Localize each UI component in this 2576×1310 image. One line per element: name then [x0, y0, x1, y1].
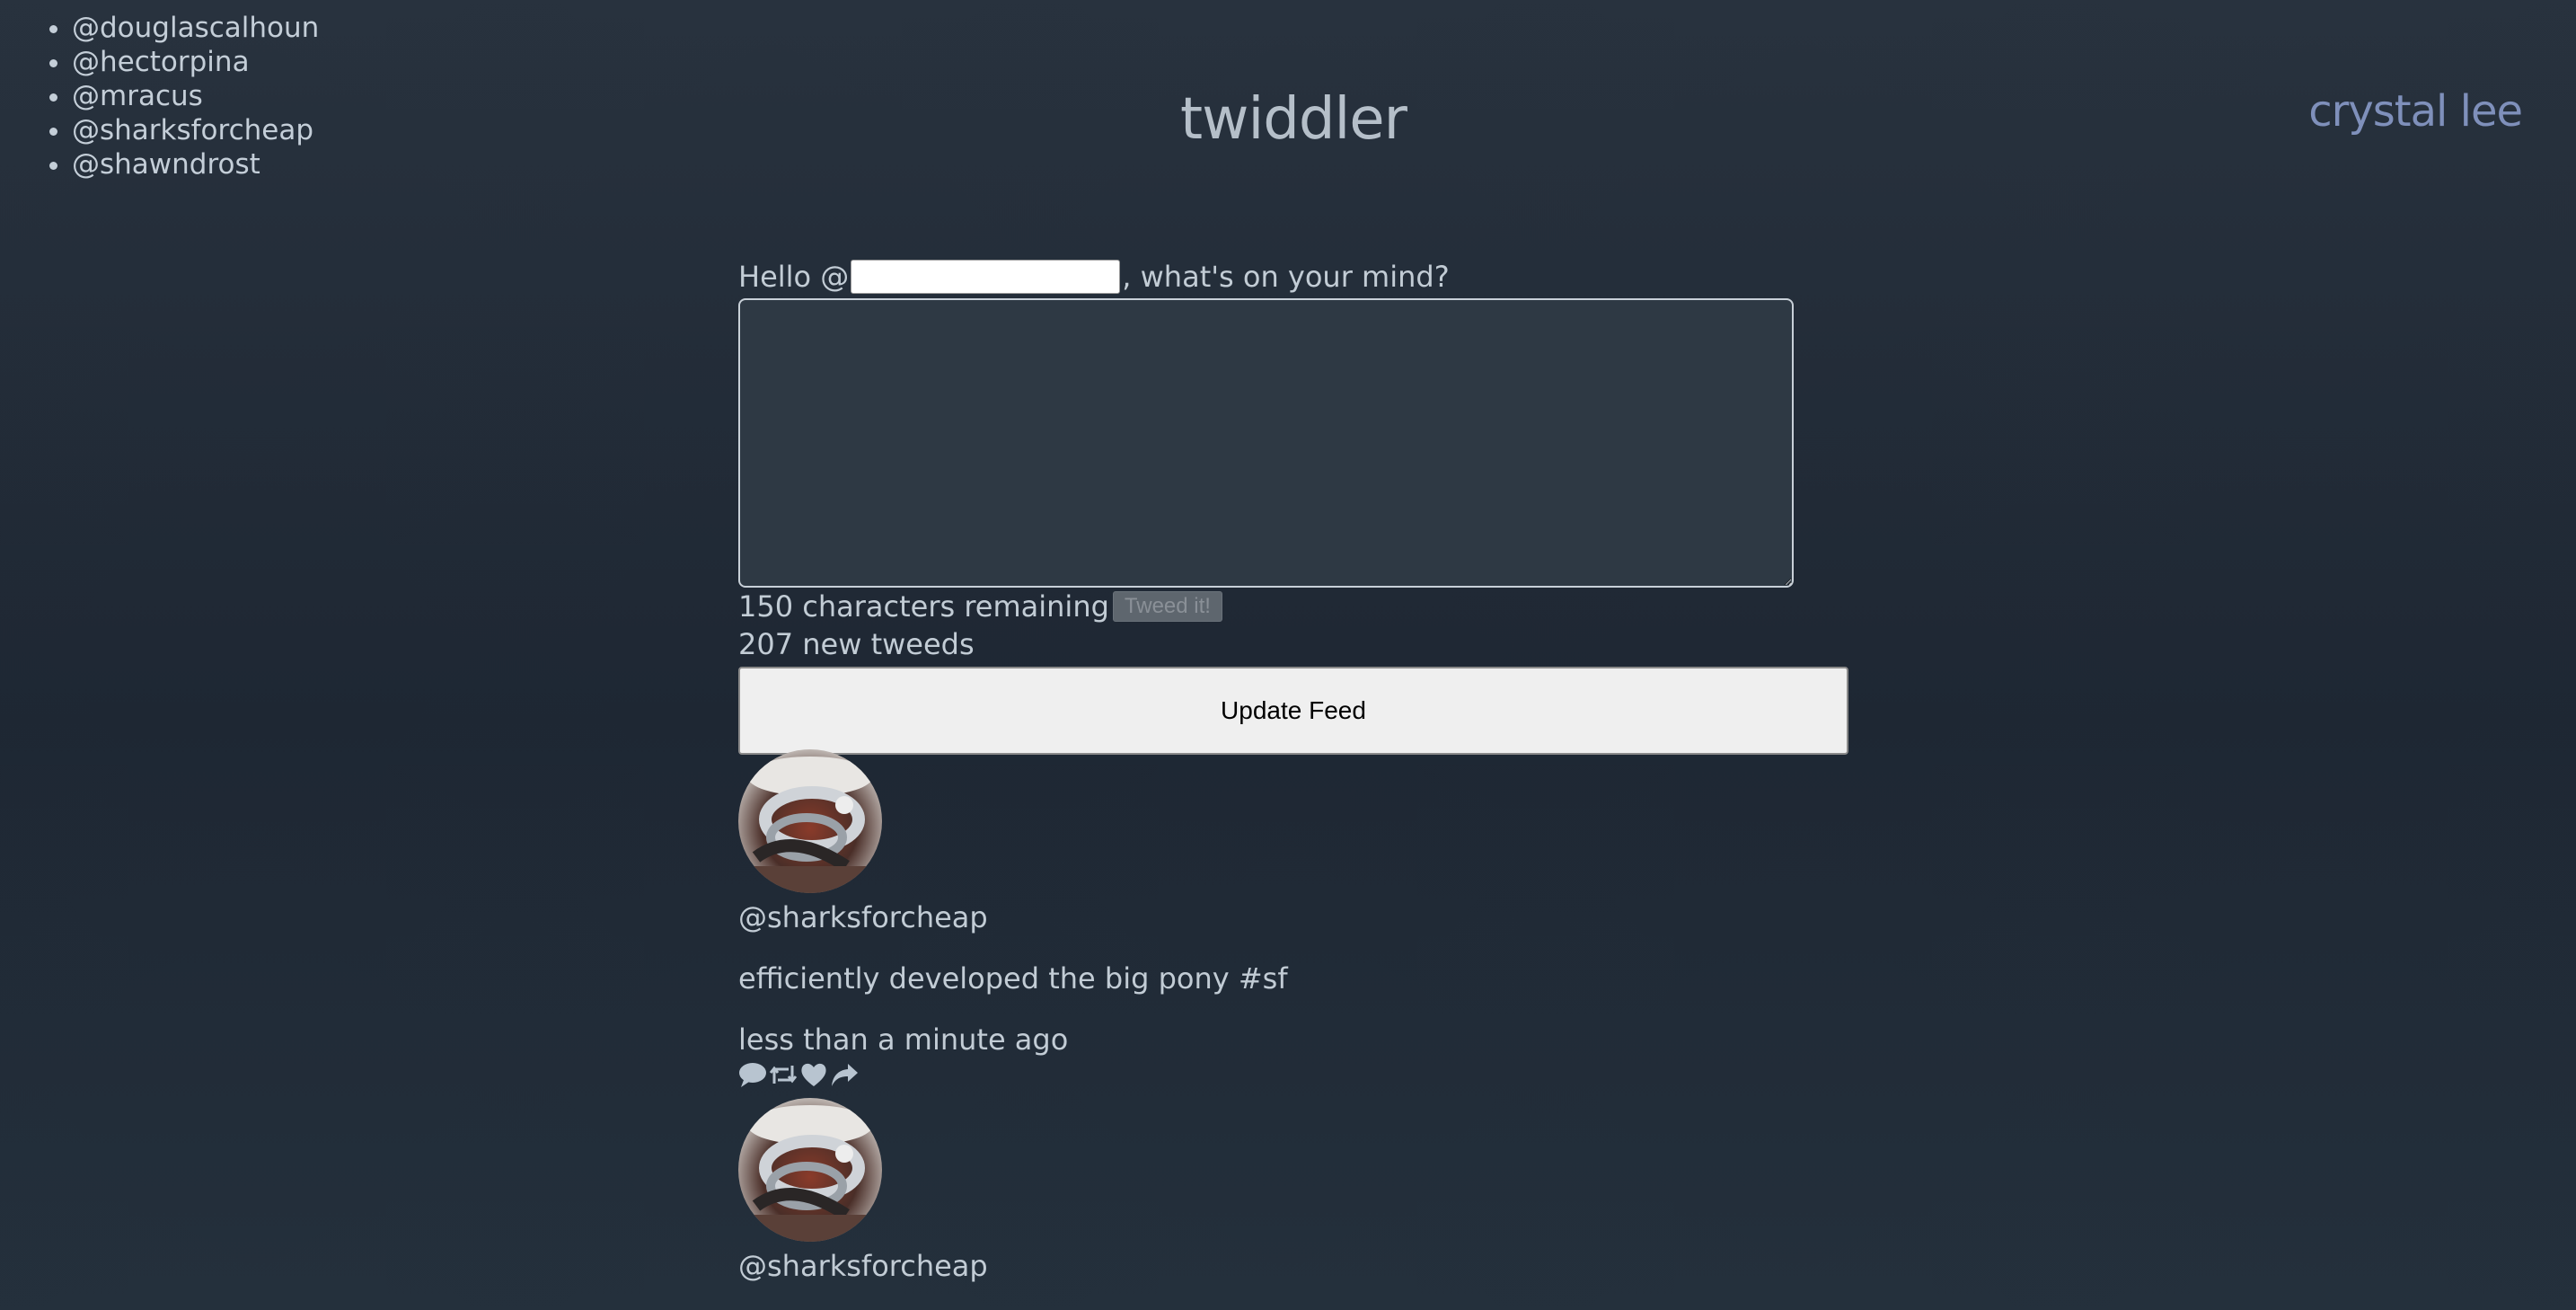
user-list-item[interactable]: @douglascalhoun: [72, 11, 319, 45]
tweet-handle[interactable]: @sharksforcheap: [738, 900, 1852, 934]
user-list-item[interactable]: @hectorpina: [72, 45, 319, 79]
tweet-actions: [738, 1060, 1852, 1089]
tweet-handle[interactable]: @sharksforcheap: [738, 1249, 1852, 1283]
compose-footer: 150 characters remaining Tweed it!: [738, 588, 1852, 625]
update-feed-button[interactable]: Update Feed: [738, 667, 1848, 755]
tweet-timestamp: less than a minute ago: [738, 1022, 1069, 1057]
retweet-icon[interactable]: [769, 1060, 798, 1089]
tweet: @sharksforcheap efficiently developed th…: [738, 749, 1852, 1089]
current-username[interactable]: crystal lee: [2308, 86, 2523, 137]
chars-remaining: 150 characters remaining: [738, 589, 1109, 624]
compose-form: Hello @ , what's on your mind? 150 chara…: [738, 257, 1852, 755]
avatar[interactable]: [738, 1098, 882, 1242]
greeting: Hello @ , what's on your mind?: [738, 257, 1852, 297]
app-title: twiddler: [1180, 86, 1407, 153]
tweet-button[interactable]: Tweed it!: [1112, 591, 1222, 622]
greeting-suffix: , what's on your mind?: [1122, 260, 1450, 294]
comment-icon[interactable]: [738, 1060, 767, 1089]
greeting-prefix: Hello @: [738, 260, 850, 294]
share-icon[interactable]: [830, 1060, 859, 1089]
tweet-feed: @sharksforcheap efficiently developed th…: [738, 749, 1852, 1310]
new-tweets-count: 207 new tweeds: [738, 627, 975, 661]
heart-icon[interactable]: [799, 1060, 828, 1089]
tweet: @sharksforcheap: [738, 1098, 1852, 1283]
tweet-message: efficiently developed the big pony #sf: [738, 961, 1288, 996]
username-input[interactable]: [851, 260, 1121, 294]
avatar[interactable]: [738, 749, 882, 893]
tweet-textarea[interactable]: [738, 298, 1794, 588]
